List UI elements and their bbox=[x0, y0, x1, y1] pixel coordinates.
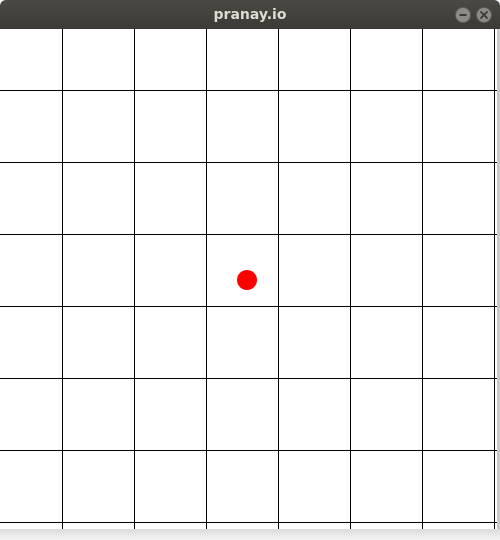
close-icon bbox=[480, 11, 488, 19]
game-board[interactable] bbox=[0, 29, 498, 529]
minimize-icon bbox=[459, 14, 467, 16]
red-dot bbox=[237, 270, 257, 290]
game-canvas[interactable] bbox=[0, 29, 498, 529]
window-bottom-edge bbox=[0, 529, 500, 540]
window-title: pranay.io bbox=[213, 7, 287, 23]
minimize-button[interactable] bbox=[455, 7, 471, 23]
app-window: pranay.io bbox=[0, 0, 500, 540]
close-button[interactable] bbox=[476, 7, 492, 23]
title-bar[interactable]: pranay.io bbox=[0, 0, 500, 29]
